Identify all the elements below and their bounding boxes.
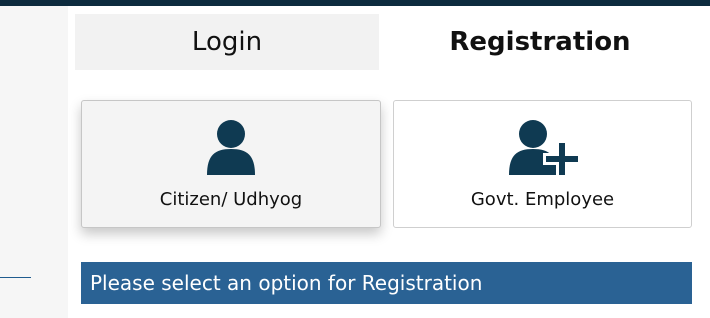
citizen-udhyog-label: Citizen/ Udhyog: [159, 189, 303, 210]
user-plus-icon: [394, 119, 691, 177]
tab-login-label: Login: [191, 27, 263, 57]
tab-registration[interactable]: Registration: [380, 14, 700, 70]
top-bar: [0, 0, 710, 6]
side-divider: [0, 277, 31, 278]
citizen-udhyog-option[interactable]: Citizen/ Udhyog: [81, 100, 381, 228]
tab-login[interactable]: Login: [75, 14, 379, 70]
govt-employee-label: Govt. Employee: [470, 189, 615, 210]
govt-employee-option[interactable]: Govt. Employee: [393, 100, 692, 228]
notice-text: Please select an option for Registration: [90, 271, 483, 295]
user-icon: [82, 119, 380, 177]
registration-notice: Please select an option for Registration: [81, 262, 692, 304]
side-panel: [0, 6, 68, 318]
tab-registration-label: Registration: [449, 27, 631, 57]
